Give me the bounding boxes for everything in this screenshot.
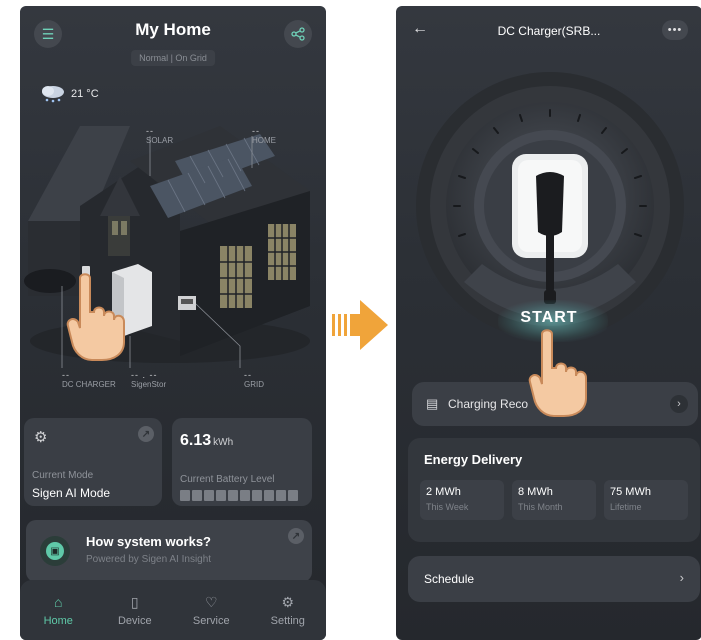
battery-label: Current Battery Level (180, 474, 275, 485)
page-title: My Home (135, 20, 211, 39)
dc-charger-screen: ← DC Charger(SRB... ••• START ▤ Charging… (396, 6, 701, 640)
more-options-button[interactable]: ••• (662, 20, 688, 40)
settings-gear-icon: ⚙ (34, 429, 48, 446)
expand-icon[interactable]: ↗ (288, 528, 304, 544)
insight-icon: ▣ (40, 536, 70, 566)
solar-label: SOLAR (146, 136, 174, 145)
schedule-row[interactable]: Schedule › (408, 556, 700, 602)
nav-device[interactable]: ▯ Device (97, 580, 174, 640)
sigenstor-readout: -- . -- SigenStor (131, 370, 166, 390)
tap-hand-icon (66, 273, 125, 361)
stat-lifetime: 75 MWh Lifetime (604, 480, 688, 520)
device-icon: ▯ (130, 593, 139, 610)
battery-unit: kWh (213, 437, 234, 448)
chevron-right-icon: › (679, 570, 684, 585)
start-button[interactable]: START (396, 309, 701, 327)
stat-this-month: 8 MWh This Month (512, 480, 596, 520)
gear-icon: ⚙ (281, 593, 295, 610)
battery-level-card[interactable]: 6.13 kWh Current Battery Level (172, 418, 312, 506)
nav-home[interactable]: ⌂ Home (20, 580, 97, 640)
solar-readout: -- SOLAR (146, 126, 173, 146)
solar-value: -- (146, 126, 154, 136)
how-subtitle: Powered by Sigen AI Insight (86, 554, 212, 565)
more-icon: ••• (667, 24, 683, 36)
home-value: -- (252, 126, 260, 136)
dc-charger-readout: -- DC CHARGER (62, 370, 116, 390)
temperature-text: 21 °C (71, 88, 99, 100)
chevron-right-icon[interactable]: › (670, 395, 688, 413)
home-readout: -- HOME (252, 126, 276, 146)
stat-this-week: 2 MWh This Week (420, 480, 504, 520)
grid-readout: -- GRID (244, 370, 264, 390)
battery-value: 6.13 kWh (180, 432, 233, 450)
dc-charger-label: DC CHARGER (62, 380, 116, 389)
grid-status-badge: Normal | On Grid (131, 50, 215, 66)
sigenstor-label: SigenStor (131, 380, 167, 389)
energy-delivery-card: Energy Delivery 2 MWh This Week 8 MWh Th… (408, 438, 700, 542)
cloud-snow-icon (42, 86, 64, 103)
nav-service[interactable]: ♡ Service (173, 580, 250, 640)
charging-record-label: Charging Reco (448, 397, 529, 411)
sigenstor-value: -- . -- (131, 370, 158, 380)
energy-delivery-title: Energy Delivery (424, 452, 523, 467)
expand-icon[interactable]: ↗ (138, 426, 154, 442)
dc-charger-value: -- (62, 370, 70, 380)
share-icon (291, 27, 305, 41)
grid-value: -- (244, 370, 252, 380)
battery-number: 6.13 (180, 432, 212, 449)
next-step-arrow-icon (332, 300, 388, 350)
tap-hand-icon (528, 329, 587, 417)
tutorial-stage: ☰ My Home Normal | On Grid 21 °C -- SOLA… (0, 0, 701, 640)
how-system-works-card[interactable]: ▣ How system works? Powered by Sigen AI … (26, 520, 312, 582)
home-screen: ☰ My Home Normal | On Grid 21 °C -- SOLA… (20, 6, 326, 640)
record-icon: ▤ (426, 396, 439, 411)
current-mode-label: Current Mode (32, 470, 94, 481)
nav-setting[interactable]: ⚙ Setting (250, 580, 327, 640)
share-button[interactable] (284, 20, 312, 48)
home-icon: ⌂ (54, 593, 63, 610)
how-title: How system works? (86, 534, 211, 549)
current-mode-card[interactable]: ⚙ ↗ Current Mode Sigen AI Mode (24, 418, 162, 506)
home-label: HOME (252, 136, 276, 145)
grid-label: GRID (244, 380, 264, 389)
current-mode-value: Sigen AI Mode (32, 486, 111, 500)
service-icon: ♡ (204, 593, 218, 610)
page-title: DC Charger(SRB... (497, 24, 601, 38)
battery-bar-indicator (180, 490, 298, 501)
schedule-label: Schedule (424, 572, 475, 586)
weather-widget: 21 °C (38, 84, 99, 104)
bottom-nav: ⌂ Home ▯ Device ♡ Service ⚙ Setting (20, 580, 326, 640)
